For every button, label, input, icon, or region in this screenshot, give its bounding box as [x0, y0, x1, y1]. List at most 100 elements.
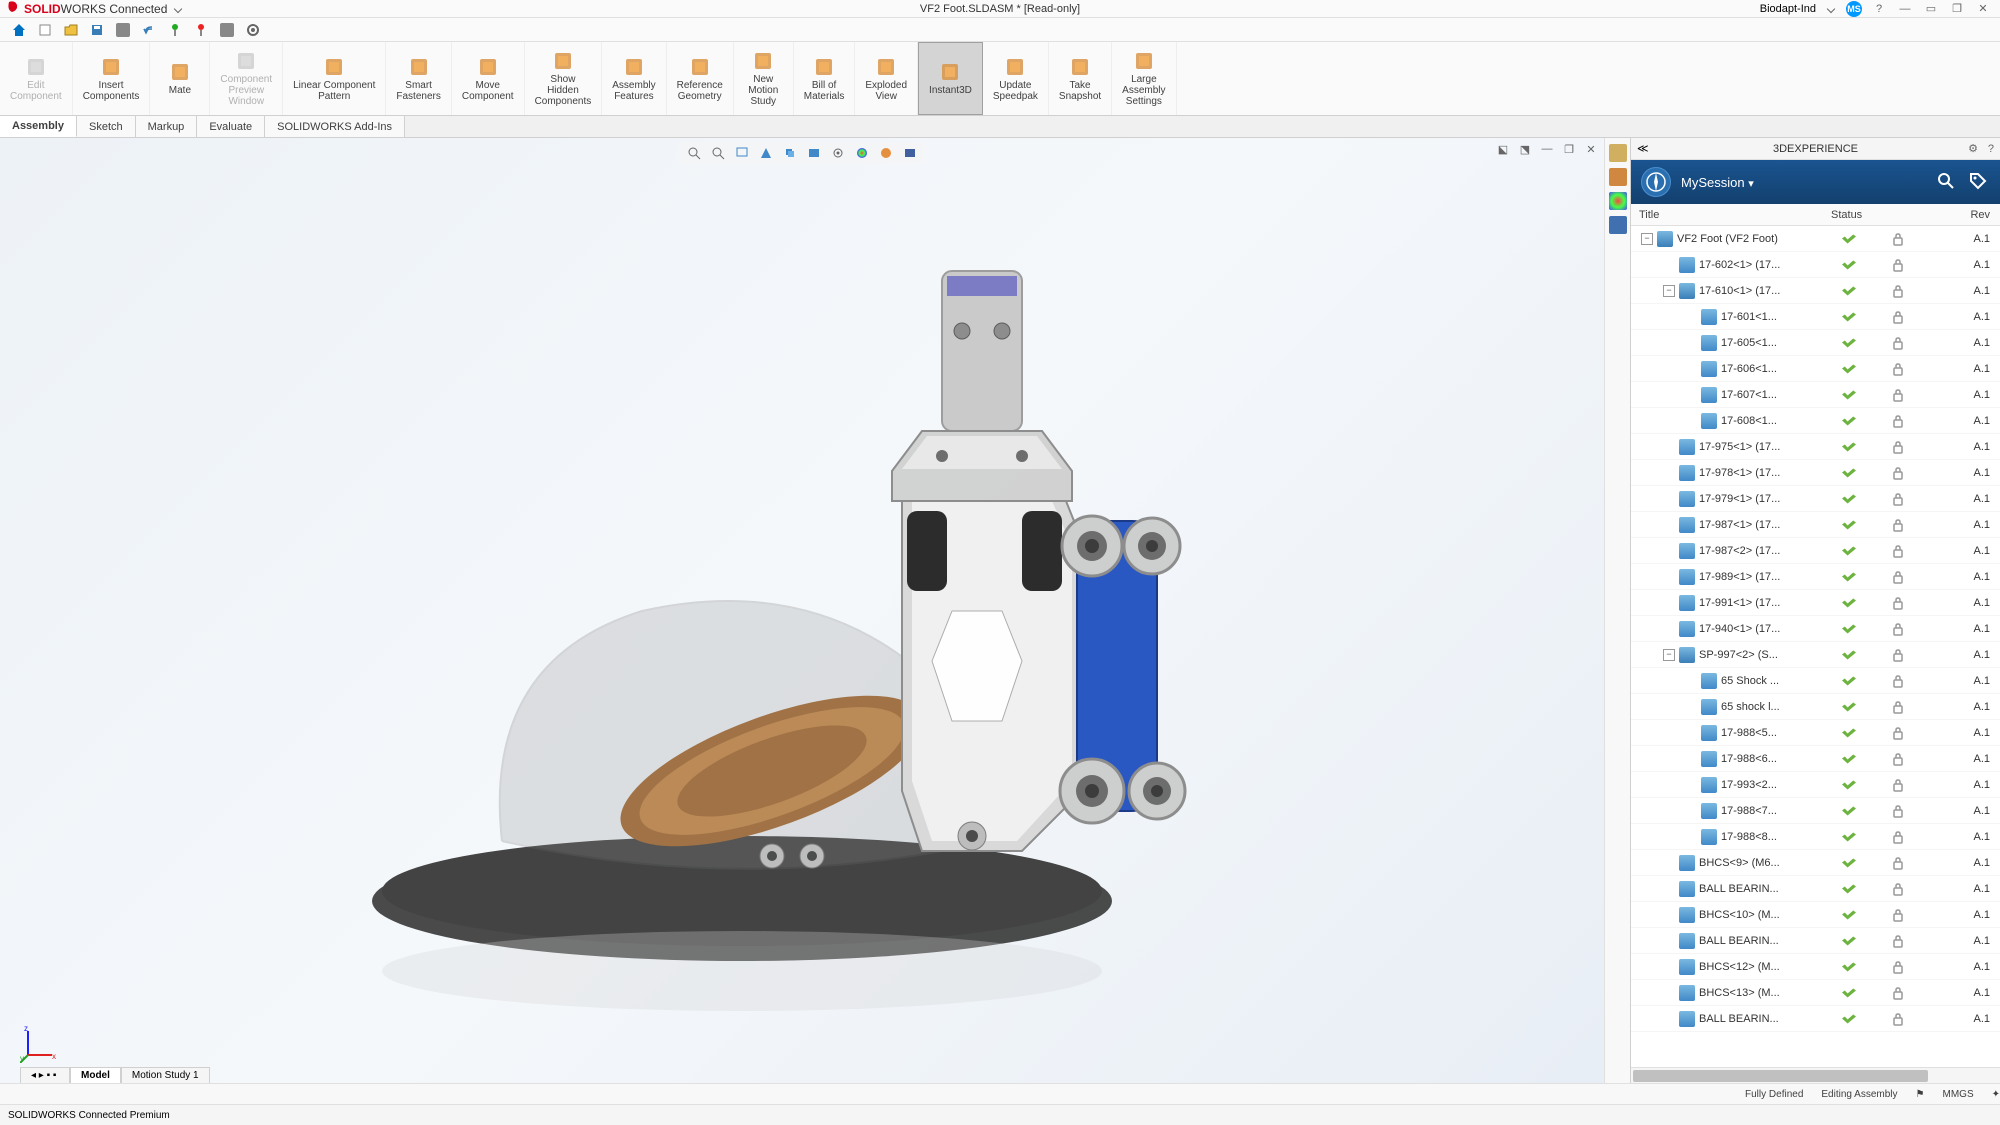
tree-row[interactable]: 17-988<5...A.1 — [1631, 720, 2000, 746]
ribbon-linear-component-pattern[interactable]: Linear Component Pattern — [283, 42, 386, 115]
viewport-minimize-icon[interactable]: — — [1538, 142, 1556, 156]
viewport-close-icon[interactable]: ✕ — [1582, 142, 1600, 156]
viewport[interactable]: ⬕ ⬔ — ❐ ✕ — [0, 138, 1604, 1083]
tab-solidworks-add-ins[interactable]: SOLIDWORKS Add-Ins — [265, 116, 405, 137]
tab-sketch[interactable]: Sketch — [77, 116, 136, 137]
view-orientation-icon[interactable] — [781, 144, 799, 162]
ribbon-insert-components[interactable]: Insert Components — [73, 42, 151, 115]
ribbon-new-motion-study[interactable]: New Motion Study — [734, 42, 794, 115]
display-style-icon[interactable] — [805, 144, 823, 162]
tree-row[interactable]: 17-975<1> (17...A.1 — [1631, 434, 2000, 460]
user-dropdown-icon[interactable] — [1827, 4, 1835, 12]
tree-row[interactable]: 17-988<7...A.1 — [1631, 798, 2000, 824]
appearance-icon[interactable] — [853, 144, 871, 162]
scroll-thumb[interactable] — [1633, 1070, 1928, 1082]
qat-rebuild-icon[interactable] — [190, 20, 212, 40]
tab-markup[interactable]: Markup — [136, 116, 198, 137]
session-dropdown-icon[interactable]: ▾ — [1748, 178, 1754, 190]
section-view-icon[interactable] — [757, 144, 775, 162]
tree-row[interactable]: BALL BEARIN...A.1 — [1631, 928, 2000, 954]
panel-collapse-icon[interactable]: ≪ — [1637, 142, 1649, 155]
qat-new-icon[interactable] — [34, 20, 56, 40]
qat-select-light-icon[interactable] — [164, 20, 186, 40]
tree-row[interactable]: 17-993<2...A.1 — [1631, 772, 2000, 798]
tree-row[interactable]: BHCS<9> (M6...A.1 — [1631, 850, 2000, 876]
motion-tab-model[interactable]: Model — [70, 1067, 121, 1083]
tree-row[interactable]: 65 Shock ...A.1 — [1631, 668, 2000, 694]
help-icon[interactable]: ? — [1870, 2, 1888, 16]
qat-options-icon[interactable] — [216, 20, 238, 40]
ribbon-large-assembly-settings[interactable]: Large Assembly Settings — [1112, 42, 1176, 115]
render-icon[interactable] — [901, 144, 919, 162]
tree-header-status[interactable]: Status — [1831, 209, 1901, 221]
tree-row[interactable]: 17-987<2> (17...A.1 — [1631, 538, 2000, 564]
tree-row[interactable]: 17-940<1> (17...A.1 — [1631, 616, 2000, 642]
ribbon-update-speedpak[interactable]: Update Speedpak — [983, 42, 1049, 115]
tree-expander-icon[interactable]: − — [1663, 649, 1675, 661]
viewport-collapse-right-icon[interactable]: ⬔ — [1516, 142, 1534, 156]
session-name[interactable]: MySession ▾ — [1681, 175, 1754, 190]
status-flag-icon[interactable]: ⚑ — [1916, 1089, 1925, 1100]
ribbon-reference-geometry[interactable]: Reference Geometry — [667, 42, 734, 115]
tree-row[interactable]: BALL BEARIN...A.1 — [1631, 1006, 2000, 1032]
tree-row[interactable]: 17-991<1> (17...A.1 — [1631, 590, 2000, 616]
tab-evaluate[interactable]: Evaluate — [197, 116, 265, 137]
home-icon[interactable] — [8, 20, 30, 40]
tree-row[interactable]: BHCS<10> (M...A.1 — [1631, 902, 2000, 928]
tree-row[interactable]: 17-601<1...A.1 — [1631, 304, 2000, 330]
taskpane-appearances-icon[interactable] — [1609, 192, 1627, 210]
ribbon-bill-of-materials[interactable]: Bill of Materials — [794, 42, 856, 115]
taskpane-custom-props-icon[interactable] — [1609, 216, 1627, 234]
tree-row[interactable]: −17-610<1> (17...A.1 — [1631, 278, 2000, 304]
tree-expander-icon[interactable]: − — [1641, 233, 1653, 245]
viewport-maximize-icon[interactable]: ❐ — [1560, 142, 1578, 156]
tree-row[interactable]: 17-989<1> (17...A.1 — [1631, 564, 2000, 590]
tree-row[interactable]: 17-978<1> (17...A.1 — [1631, 460, 2000, 486]
tree-row[interactable]: −VF2 Foot (VF2 Foot)A.1 — [1631, 226, 2000, 252]
tree-row[interactable]: 17-608<1...A.1 — [1631, 408, 2000, 434]
tree-scrollbar-horizontal[interactable] — [1631, 1067, 2000, 1083]
tree-row[interactable]: 17-607<1...A.1 — [1631, 382, 2000, 408]
tree-row[interactable]: 17-979<1> (17...A.1 — [1631, 486, 2000, 512]
viewport-collapse-left-icon[interactable]: ⬕ — [1494, 142, 1512, 156]
ribbon-assembly-features[interactable]: Assembly Features — [602, 42, 666, 115]
tree-body[interactable]: −VF2 Foot (VF2 Foot)A.117-602<1> (17...A… — [1631, 226, 2000, 1067]
tree-header-rev[interactable]: Rev — [1931, 209, 2000, 221]
ribbon-move-component[interactable]: Move Component — [452, 42, 525, 115]
ribbon-take-snapshot[interactable]: Take Snapshot — [1049, 42, 1112, 115]
brand-dropdown-icon[interactable] — [174, 4, 182, 12]
panel-help-icon[interactable]: ? — [1988, 143, 1994, 155]
qat-print-icon[interactable] — [112, 20, 134, 40]
motion-tab-controls[interactable]: ◂ ▸ ▪ ▪ — [20, 1067, 70, 1083]
panel-settings-icon[interactable]: ⚙ — [1968, 142, 1978, 155]
tree-row[interactable]: 17-606<1...A.1 — [1631, 356, 2000, 382]
tree-expander-icon[interactable]: − — [1663, 285, 1675, 297]
tree-row[interactable]: BHCS<13> (M...A.1 — [1631, 980, 2000, 1006]
hide-show-icon[interactable] — [829, 144, 847, 162]
tab-assembly[interactable]: Assembly — [0, 116, 77, 137]
layout-icon[interactable]: ▭ — [1922, 2, 1940, 16]
session-compass-icon[interactable] — [1641, 167, 1671, 197]
user-name[interactable]: Biodapt-Ind — [1760, 3, 1816, 15]
taskpane-home-icon[interactable] — [1609, 144, 1627, 162]
restore-icon[interactable]: ❐ — [1948, 2, 1966, 16]
tree-row[interactable]: −SP-997<2> (S...A.1 — [1631, 642, 2000, 668]
tree-row[interactable]: 17-605<1...A.1 — [1631, 330, 2000, 356]
scene-icon[interactable] — [877, 144, 895, 162]
qat-settings-icon[interactable] — [242, 20, 264, 40]
user-avatar[interactable]: MS — [1846, 1, 1862, 17]
ribbon-show-hidden-components[interactable]: Show Hidden Components — [525, 42, 603, 115]
ribbon-smart-fasteners[interactable]: Smart Fasteners — [386, 42, 451, 115]
zoom-fit-icon[interactable] — [685, 144, 703, 162]
tree-row[interactable]: 17-987<1> (17...A.1 — [1631, 512, 2000, 538]
qat-undo-icon[interactable] — [138, 20, 160, 40]
ribbon-exploded-view[interactable]: Exploded View — [855, 42, 918, 115]
qat-open-icon[interactable] — [60, 20, 82, 40]
tree-row[interactable]: BALL BEARIN...A.1 — [1631, 876, 2000, 902]
session-search-icon[interactable] — [1936, 171, 1958, 193]
tree-row[interactable]: 17-988<6...A.1 — [1631, 746, 2000, 772]
motion-tab-motion-study-1[interactable]: Motion Study 1 — [121, 1067, 210, 1083]
ribbon-mate[interactable]: Mate — [150, 42, 210, 115]
zoom-area-icon[interactable] — [709, 144, 727, 162]
tree-row[interactable]: 17-988<8...A.1 — [1631, 824, 2000, 850]
